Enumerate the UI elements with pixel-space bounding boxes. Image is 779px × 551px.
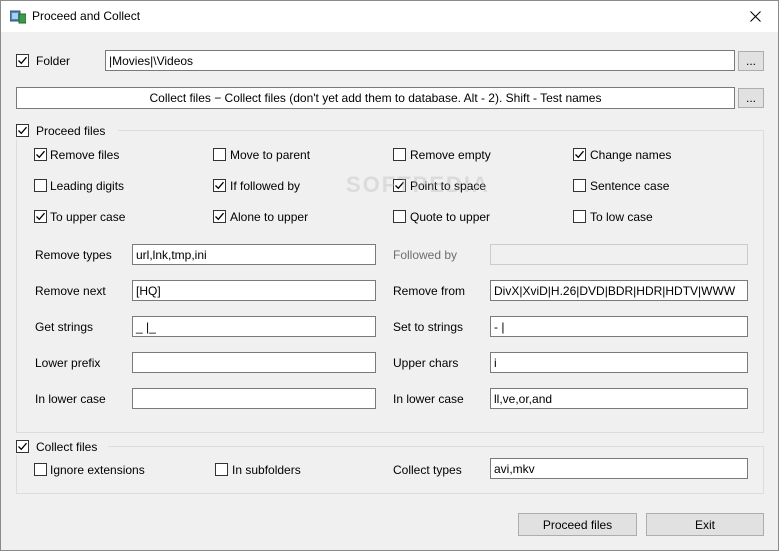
leading-digits-label: Leading digits: [50, 179, 125, 193]
checkmark-icon: [215, 212, 224, 221]
collect-files-checkbox[interactable]: [16, 440, 29, 453]
remove-from-label: Remove from: [393, 284, 466, 298]
move-to-parent-checkbox[interactable]: [213, 148, 226, 161]
alone-to-upper-checkbox[interactable]: [213, 210, 226, 223]
folder-label: Folder: [36, 54, 71, 68]
sentence-case-checkbox[interactable]: [573, 179, 586, 192]
checkmark-icon: [575, 150, 584, 159]
followed-by-label: Followed by: [393, 248, 458, 262]
in-lower-case-label-right: In lower case: [393, 392, 464, 406]
in-subfolders-label: In subfolders: [232, 463, 301, 477]
get-strings-label: Get strings: [35, 320, 94, 334]
ignore-extensions-checkbox[interactable]: [34, 463, 47, 476]
remove-next-label: Remove next: [35, 284, 106, 298]
leading-digits-checkbox[interactable]: [34, 179, 47, 192]
checkmark-icon: [36, 150, 45, 159]
checkmark-icon: [36, 212, 45, 221]
app-icon: [9, 9, 27, 24]
collect-types-label: Collect types: [393, 463, 462, 477]
proceed-files-label: Proceed files: [36, 124, 106, 138]
followed-by-input[interactable]: [490, 244, 748, 265]
alone-to-upper-label: Alone to upper: [230, 210, 309, 224]
main-window: Proceed and Collect Folder |Movies|\Vide…: [0, 0, 779, 551]
in-subfolders-checkbox[interactable]: [215, 463, 228, 476]
remove-empty-label: Remove empty: [410, 148, 491, 162]
folder-browse-button[interactable]: ...: [738, 51, 764, 71]
collect-browse-button[interactable]: ...: [738, 88, 764, 108]
get-strings-input[interactable]: _ |_: [132, 316, 376, 337]
lower-prefix-input[interactable]: [132, 352, 376, 373]
ignore-extensions-label: Ignore extensions: [50, 463, 145, 477]
proceed-files-button[interactable]: Proceed files: [518, 513, 637, 536]
close-button[interactable]: [732, 1, 778, 32]
remove-types-input[interactable]: url,lnk,tmp,ini: [132, 244, 376, 265]
folder-path-input[interactable]: |Movies|\Videos: [105, 50, 735, 71]
upper-chars-input[interactable]: i: [490, 352, 748, 373]
softpedia-watermark: SOFTPEDIA: [346, 172, 490, 197]
remove-files-checkbox[interactable]: [34, 148, 47, 161]
exit-button[interactable]: Exit: [646, 513, 764, 536]
checkmark-icon: [18, 126, 27, 135]
collect-files-button[interactable]: Collect files − Collect files (don't yet…: [16, 87, 735, 109]
in-lower-case-input-left[interactable]: [132, 388, 376, 409]
quote-to-upper-label: Quote to upper: [410, 210, 491, 224]
remove-types-label: Remove types: [35, 248, 112, 262]
move-to-parent-label: Move to parent: [230, 148, 311, 162]
if-followed-by-label: If followed by: [230, 179, 301, 193]
sentence-case-label: Sentence case: [590, 179, 670, 193]
set-to-strings-input[interactable]: - |: [490, 316, 748, 337]
in-lower-case-label-left: In lower case: [35, 392, 106, 406]
to-upper-case-checkbox[interactable]: [34, 210, 47, 223]
title-bar: Proceed and Collect: [1, 1, 778, 32]
remove-next-input[interactable]: [HQ]: [132, 280, 376, 301]
collect-types-input[interactable]: avi,mkv: [490, 458, 748, 479]
change-names-checkbox[interactable]: [573, 148, 586, 161]
to-upper-case-label: To upper case: [50, 210, 126, 224]
checkmark-icon: [18, 56, 27, 65]
lower-prefix-label: Lower prefix: [35, 356, 101, 370]
upper-chars-label: Upper chars: [393, 356, 459, 370]
folder-checkbox[interactable]: [16, 54, 29, 67]
quote-to-upper-checkbox[interactable]: [393, 210, 406, 223]
checkmark-icon: [18, 442, 27, 451]
remove-empty-checkbox[interactable]: [393, 148, 406, 161]
set-to-strings-label: Set to strings: [393, 320, 464, 334]
if-followed-by-checkbox[interactable]: [213, 179, 226, 192]
to-low-case-label: To low case: [590, 210, 653, 224]
in-lower-case-input-right[interactable]: ll,ve,or,and: [490, 388, 748, 409]
close-icon: [749, 11, 761, 22]
window-title: Proceed and Collect: [32, 9, 141, 23]
change-names-label: Change names: [590, 148, 672, 162]
checkmark-icon: [215, 181, 224, 190]
to-low-case-checkbox[interactable]: [573, 210, 586, 223]
collect-files-label: Collect files: [36, 440, 98, 454]
proceed-files-checkbox[interactable]: [16, 124, 29, 137]
remove-from-input[interactable]: DivX|XviD|H.26|DVD|BDR|HDR|HDTV|WWW: [490, 280, 748, 301]
remove-files-label: Remove files: [50, 148, 120, 162]
